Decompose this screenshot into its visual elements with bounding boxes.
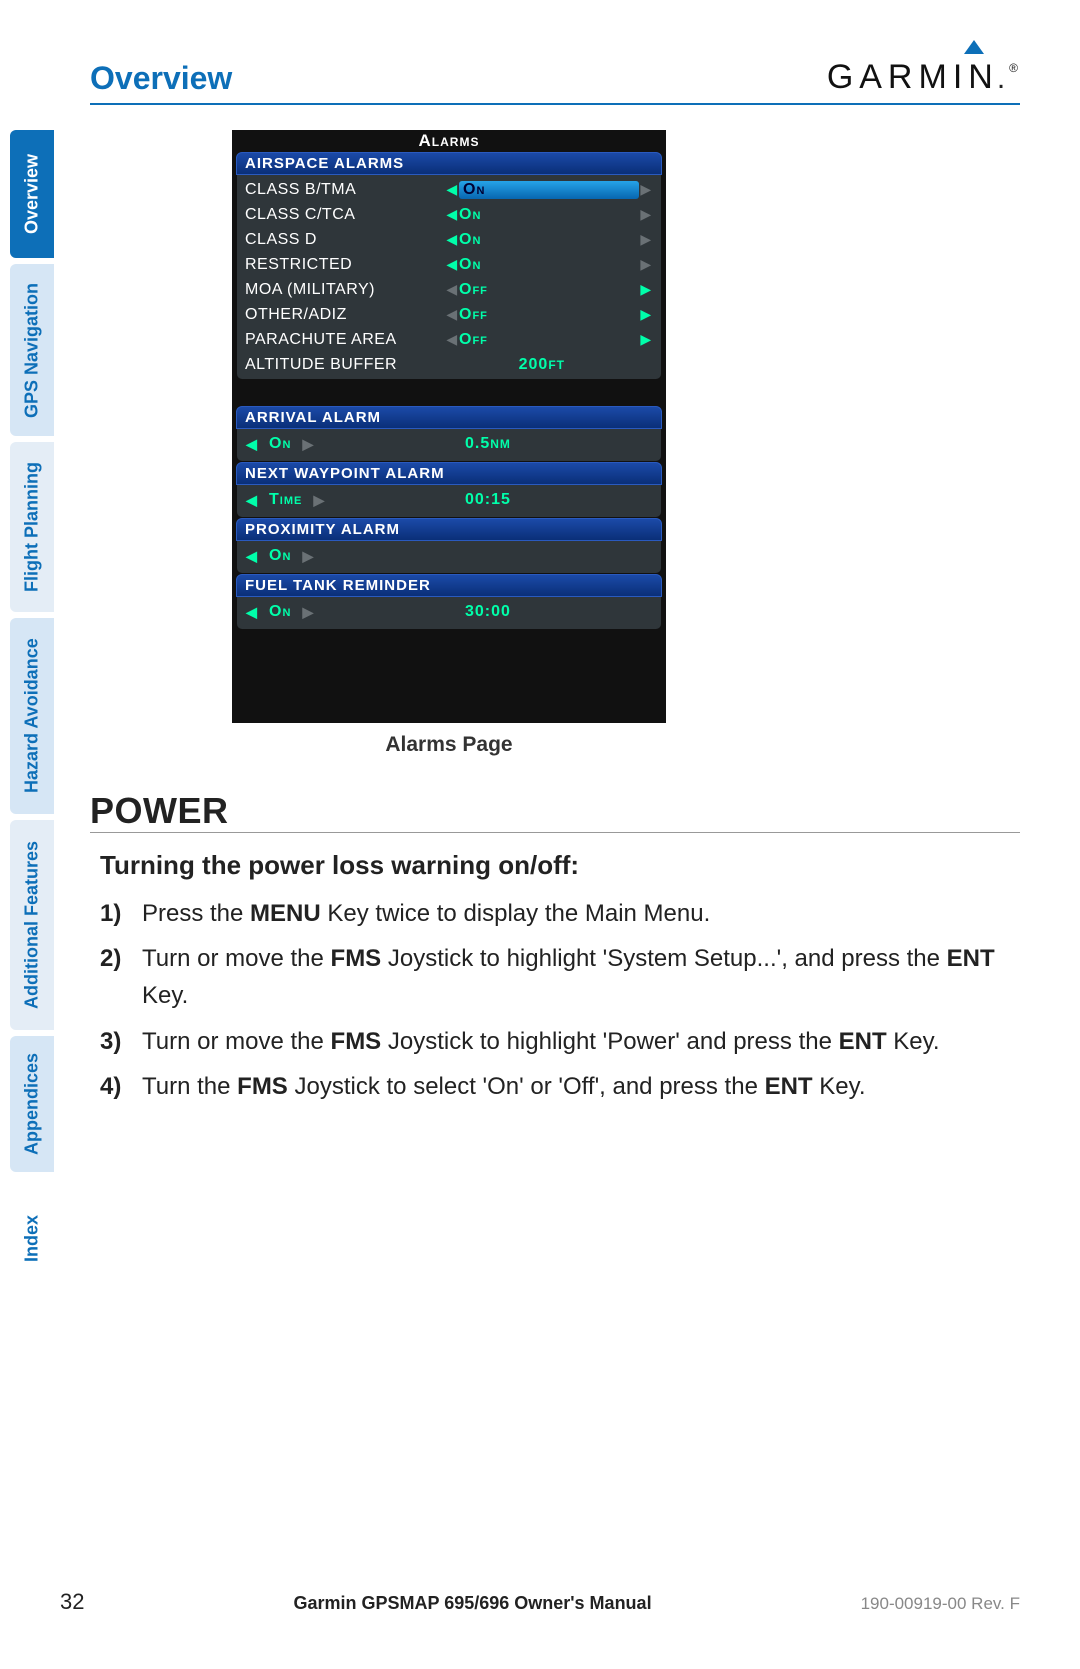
arrow-left-icon: ◀ bbox=[445, 281, 459, 298]
step-text: Press the MENU Key twice to display the … bbox=[142, 895, 1020, 932]
step-number: 2) bbox=[100, 940, 142, 1014]
alarm-label: ALTITUDE BUFFER bbox=[245, 356, 445, 374]
footer-title: Garmin GPSMAP 695/696 Owner's Manual bbox=[293, 1593, 651, 1614]
side-tabs: Overview GPS Navigation Flight Planning Haz… bbox=[10, 130, 54, 1304]
alarm-value: On bbox=[459, 231, 639, 249]
alarm-value: On bbox=[459, 181, 639, 199]
arrow-left-icon: ◀ bbox=[445, 331, 459, 348]
heading-power: POWER bbox=[90, 790, 1020, 833]
nextwp-body: ◀Time▶ 00:15 bbox=[236, 485, 662, 518]
airspace-body: CLASS B/TMA◀On▶CLASS C/TCA◀On▶CLASS D◀On… bbox=[236, 175, 662, 380]
step: 4)Turn the FMS Joystick to select 'On' o… bbox=[100, 1068, 1020, 1105]
step-number: 3) bbox=[100, 1023, 142, 1060]
fuel-state: On bbox=[269, 603, 291, 621]
step-number: 4) bbox=[100, 1068, 142, 1105]
arrow-left-icon: ◀ bbox=[445, 306, 459, 323]
alarm-value: On bbox=[459, 256, 639, 274]
alarm-row: CLASS B/TMA◀On▶ bbox=[237, 177, 661, 202]
alarm-row: CLASS D◀On▶ bbox=[237, 227, 661, 252]
fuel-body: ◀On▶ 30:00 bbox=[236, 597, 662, 630]
prox-body: ◀On▶ bbox=[236, 541, 662, 574]
arrow-left-icon: ◀ bbox=[445, 256, 459, 273]
brand-logo: GARMIN.® bbox=[827, 58, 1020, 97]
arrow-right-icon: ▶ bbox=[639, 231, 653, 248]
figure-caption: Alarms Page bbox=[232, 733, 666, 757]
footer-rev: 190-00919-00 Rev. F bbox=[861, 1594, 1020, 1614]
arrival-body: ◀On▶ 0.5NM bbox=[236, 429, 662, 462]
prox-state: On bbox=[269, 547, 291, 565]
arrow-left-icon: ◀ bbox=[445, 206, 459, 223]
prox-header: PROXIMITY ALARM bbox=[236, 518, 662, 541]
step-text: Turn or move the FMS Joystick to highlig… bbox=[142, 1023, 1020, 1060]
alarm-label: CLASS B/TMA bbox=[245, 181, 445, 199]
step-number: 1) bbox=[100, 895, 142, 932]
tab-appendices[interactable]: Appendices bbox=[10, 1036, 54, 1172]
nextwp-state: Time bbox=[269, 491, 302, 509]
page-footer: 32 Garmin GPSMAP 695/696 Owner's Manual … bbox=[60, 1589, 1020, 1615]
step: 2)Turn or move the FMS Joystick to highl… bbox=[100, 940, 1020, 1014]
fuel-header: FUEL TANK REMINDER bbox=[236, 574, 662, 597]
arrow-right-icon: ▶ bbox=[639, 206, 653, 223]
step: 3)Turn or move the FMS Joystick to highl… bbox=[100, 1023, 1020, 1060]
alarm-value: On bbox=[459, 206, 639, 224]
arrow-right-icon: ▶ bbox=[639, 281, 653, 298]
arrow-left-icon: ◀ bbox=[445, 181, 459, 198]
altitude-buffer-row: ALTITUDE BUFFER200FT bbox=[237, 352, 661, 377]
alarm-label: CLASS C/TCA bbox=[245, 206, 445, 224]
alarm-row: PARACHUTE AREA◀Off▶ bbox=[237, 327, 661, 352]
tab-hazard-avoidance[interactable]: Hazard Avoidance bbox=[10, 618, 54, 814]
arrow-right-icon: ▶ bbox=[639, 306, 653, 323]
alarm-label: OTHER/ADIZ bbox=[245, 306, 445, 324]
page-header: Overview GARMIN.® bbox=[90, 58, 1020, 105]
arrival-value: 0.5 bbox=[465, 435, 490, 452]
arrival-header: ARRIVAL ALARM bbox=[236, 406, 662, 429]
step-text: Turn the FMS Joystick to select 'On' or … bbox=[142, 1068, 1020, 1105]
tab-index[interactable]: Index bbox=[10, 1178, 54, 1298]
fuel-value: 30:00 bbox=[405, 603, 653, 621]
alarm-label: RESTRICTED bbox=[245, 256, 445, 274]
alarm-value: Off bbox=[459, 331, 639, 349]
brand-text: GARMIN bbox=[827, 58, 999, 97]
arrow-right-icon: ▶ bbox=[639, 256, 653, 273]
nextwp-value: 00:15 bbox=[405, 491, 653, 509]
tab-gps-navigation[interactable]: GPS Navigation bbox=[10, 264, 54, 436]
arrow-right-icon: ▶ bbox=[639, 331, 653, 348]
arrow-left-icon: ◀ bbox=[445, 231, 459, 248]
alarm-value: Off bbox=[459, 281, 639, 299]
steps-list: 1)Press the MENU Key twice to display th… bbox=[100, 895, 1020, 1113]
page-number: 32 bbox=[60, 1589, 84, 1615]
alarm-label: PARACHUTE AREA bbox=[245, 331, 445, 349]
device-title: Alarms bbox=[232, 130, 666, 152]
tab-flight-planning[interactable]: Flight Planning bbox=[10, 442, 54, 612]
tab-overview[interactable]: Overview bbox=[10, 130, 54, 258]
altitude-value: 200FT bbox=[445, 356, 575, 374]
arrival-state: On bbox=[269, 435, 291, 453]
alarm-label: CLASS D bbox=[245, 231, 445, 249]
alarm-value: Off bbox=[459, 306, 639, 324]
airspace-header: AIRSPACE ALARMS bbox=[236, 152, 662, 175]
alarm-row: MOA (MILITARY)◀Off▶ bbox=[237, 277, 661, 302]
tab-additional-features[interactable]: Additional Features bbox=[10, 820, 54, 1030]
arrival-unit: NM bbox=[490, 437, 511, 451]
alarm-row: RESTRICTED◀On▶ bbox=[237, 252, 661, 277]
subheading: Turning the power loss warning on/off: bbox=[100, 850, 579, 881]
step-text: Turn or move the FMS Joystick to highlig… bbox=[142, 940, 1020, 1014]
step: 1)Press the MENU Key twice to display th… bbox=[100, 895, 1020, 932]
logo-delta-icon bbox=[964, 40, 984, 54]
device-screenshot: Alarms AIRSPACE ALARMS CLASS B/TMA◀On▶CL… bbox=[232, 130, 666, 723]
section-title: Overview bbox=[90, 60, 232, 97]
alarm-row: CLASS C/TCA◀On▶ bbox=[237, 202, 661, 227]
alarm-row: OTHER/ADIZ◀Off▶ bbox=[237, 302, 661, 327]
alarm-label: MOA (MILITARY) bbox=[245, 281, 445, 299]
nextwp-header: NEXT WAYPOINT ALARM bbox=[236, 462, 662, 485]
arrow-right-icon: ▶ bbox=[639, 181, 653, 198]
